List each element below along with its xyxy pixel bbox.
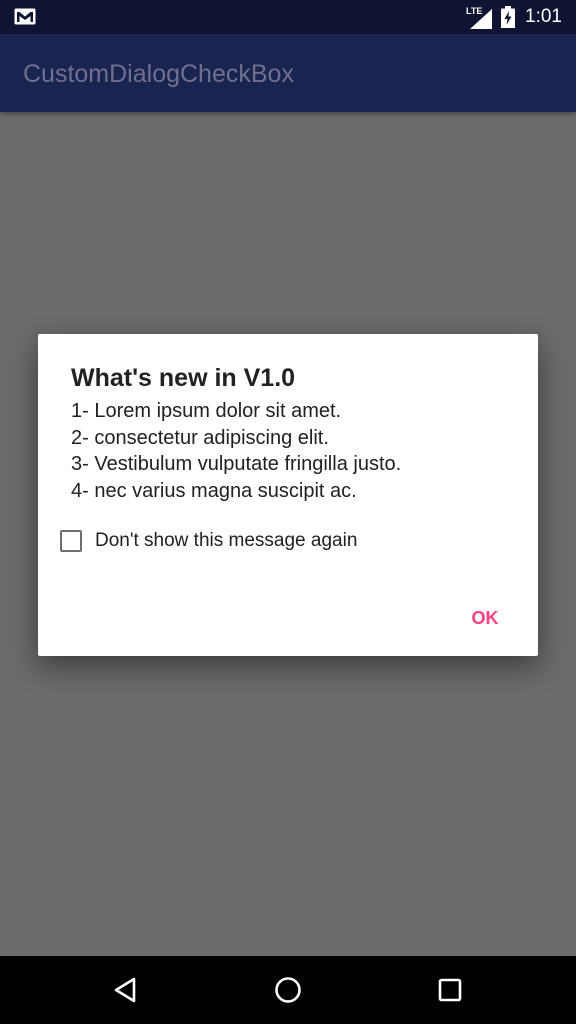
navigation-bar (0, 956, 576, 1024)
back-icon[interactable] (110, 973, 144, 1007)
status-bar: LTE 1:01 (0, 0, 576, 34)
mail-icon (14, 8, 36, 25)
dialog-line: 3- Vestibulum vulputate fringilla justo. (71, 453, 402, 475)
dialog-title: What's new in V1.0 (71, 364, 296, 392)
ok-button[interactable]: OK (450, 600, 520, 636)
dialog-line: 2- consectetur adipiscing elit. (71, 426, 329, 449)
home-icon[interactable] (271, 973, 305, 1007)
dialog-message: 1- Lorem ipsum dolor sit amet. 2- consec… (71, 398, 401, 504)
dialog-line: 1- Lorem ipsum dolor sit amet. (71, 400, 342, 422)
whats-new-dialog: What's new in V1.0 1- Lorem ipsum dolor … (38, 334, 538, 656)
dont-show-again-checkbox[interactable] (60, 530, 82, 552)
app-title: CustomDialogCheckBox (23, 60, 294, 88)
screen: LTE 1:01 CustomDialogCheckBox What's new… (0, 0, 576, 1024)
app-bar: CustomDialogCheckBox (0, 34, 576, 112)
dont-show-again-row[interactable]: Don't show this message again (60, 527, 357, 555)
dialog-line: 4- nec varius magna suscipit ac. (71, 479, 357, 502)
lte-signal-icon: LTE (466, 6, 492, 29)
status-time: 1:01 (525, 6, 562, 27)
network-label: LTE (466, 6, 483, 16)
dont-show-again-label[interactable]: Don't show this message again (95, 530, 357, 552)
recents-icon[interactable] (433, 973, 467, 1007)
battery-charging-icon (501, 6, 515, 28)
